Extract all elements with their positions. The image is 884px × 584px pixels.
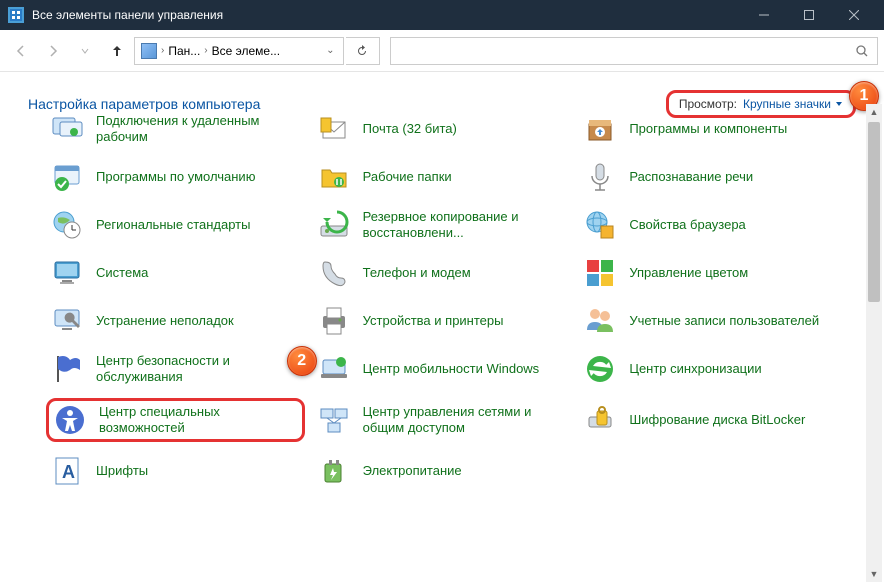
programs-icon xyxy=(583,112,617,146)
control-panel-icon xyxy=(141,43,157,59)
phone-icon xyxy=(317,256,351,290)
remote-desktop-icon xyxy=(50,112,84,146)
flag-icon xyxy=(50,352,84,386)
item-color-management[interactable]: Управление цветом xyxy=(579,254,838,292)
ease-of-access-icon xyxy=(53,403,87,437)
internet-options-icon xyxy=(583,208,617,242)
system-icon xyxy=(50,256,84,290)
item-internet-options[interactable]: Свойства браузера xyxy=(579,206,838,244)
item-security-maintenance[interactable]: Центр безопасности и обслуживания 2 xyxy=(46,350,305,388)
item-label: Учетные записи пользователей xyxy=(629,313,819,329)
maximize-button[interactable] xyxy=(786,0,831,30)
app-icon xyxy=(8,7,24,23)
scroll-down-arrow[interactable]: ▼ xyxy=(866,566,882,582)
default-programs-icon xyxy=(50,160,84,194)
item-label: Программы и компоненты xyxy=(629,121,787,137)
item-label: Распознавание речи xyxy=(629,169,753,185)
breadcrumb-seg-1[interactable]: Пан... xyxy=(168,44,200,58)
item-mail[interactable]: Почта (32 бита) xyxy=(313,110,572,148)
vertical-scrollbar[interactable]: ▲ ▼ xyxy=(866,104,882,582)
up-button[interactable] xyxy=(102,36,132,66)
item-system[interactable]: Система xyxy=(46,254,305,292)
item-region[interactable]: Региональные стандарты xyxy=(46,206,305,244)
items-grid: Подключения к удаленным рабочим Почта (3… xyxy=(0,104,866,496)
item-programs-features[interactable]: Программы и компоненты xyxy=(579,110,838,148)
item-label: Программы по умолчанию xyxy=(96,169,255,185)
item-label: Управление цветом xyxy=(629,265,748,281)
search-input[interactable] xyxy=(390,37,879,65)
recent-dropdown[interactable] xyxy=(70,36,100,66)
nav-toolbar: › Пан... › Все элеме... ⌄ xyxy=(0,30,884,72)
item-label: Система xyxy=(96,265,148,281)
region-icon xyxy=(50,208,84,242)
item-label: Почта (32 бита) xyxy=(363,121,457,137)
item-power-options[interactable]: Электропитание xyxy=(313,452,572,490)
item-speech-recognition[interactable]: Распознавание речи xyxy=(579,158,838,196)
item-troubleshooting[interactable]: Устранение неполадок xyxy=(46,302,305,340)
item-label: Центр безопасности и обслуживания xyxy=(96,353,301,386)
mail-icon xyxy=(317,112,351,146)
window-title: Все элементы панели управления xyxy=(32,8,741,22)
item-remote-desktop[interactable]: Подключения к удаленным рабочим xyxy=(46,110,305,148)
scroll-thumb[interactable] xyxy=(868,122,880,302)
item-label: Шифрование диска BitLocker xyxy=(629,412,805,428)
content-area: Подключения к удаленным рабочим Почта (3… xyxy=(0,104,866,584)
forward-button[interactable] xyxy=(38,36,68,66)
search-icon xyxy=(855,44,869,58)
item-fonts[interactable]: A Шрифты xyxy=(46,452,305,490)
item-default-programs[interactable]: Программы по умолчанию xyxy=(46,158,305,196)
item-bitlocker[interactable]: Шифрование диска BitLocker xyxy=(579,398,838,442)
item-mobility-center[interactable]: Центр мобильности Windows xyxy=(313,350,572,388)
item-label: Устранение неполадок xyxy=(96,313,234,329)
item-label: Шрифты xyxy=(96,463,148,479)
backup-icon xyxy=(317,208,351,242)
item-work-folders[interactable]: Рабочие папки xyxy=(313,158,572,196)
item-sync-center[interactable]: Центр синхронизации xyxy=(579,350,838,388)
printer-icon xyxy=(317,304,351,338)
item-label: Центр синхронизации xyxy=(629,361,761,377)
scroll-up-arrow[interactable]: ▲ xyxy=(866,104,882,120)
back-button[interactable] xyxy=(6,36,36,66)
work-folders-icon xyxy=(317,160,351,194)
item-label: Свойства браузера xyxy=(629,217,745,233)
item-network-sharing[interactable]: Центр управления сетями и общим доступом xyxy=(313,398,572,442)
user-accounts-icon xyxy=(583,304,617,338)
breadcrumb-seg-2[interactable]: Все элеме... xyxy=(212,44,280,58)
item-backup-restore[interactable]: Резервное копирование и восстановлени... xyxy=(313,206,572,244)
item-label: Электропитание xyxy=(363,463,462,479)
item-label: Рабочие папки xyxy=(363,169,452,185)
item-label: Устройства и принтеры xyxy=(363,313,504,329)
item-label: Телефон и модем xyxy=(363,265,471,281)
chevron-down-icon[interactable]: ⌄ xyxy=(324,45,336,56)
svg-text:A: A xyxy=(62,462,75,482)
item-label: Центр мобильности Windows xyxy=(363,361,540,377)
close-button[interactable] xyxy=(831,0,876,30)
item-devices-printers[interactable]: Устройства и принтеры xyxy=(313,302,572,340)
chevron-right-icon[interactable]: › xyxy=(159,45,166,56)
chevron-right-icon[interactable]: › xyxy=(202,45,209,56)
item-label: Региональные стандарты xyxy=(96,217,250,233)
breadcrumb[interactable]: › Пан... › Все элеме... ⌄ xyxy=(134,37,344,65)
item-ease-of-access[interactable]: Центр специальных возможностей xyxy=(46,398,305,442)
color-icon xyxy=(583,256,617,290)
sync-icon xyxy=(583,352,617,386)
window-titlebar: Все элементы панели управления xyxy=(0,0,884,30)
item-label: Подключения к удаленным рабочим xyxy=(96,113,301,146)
microphone-icon xyxy=(583,160,617,194)
power-icon xyxy=(317,454,351,488)
item-label: Центр специальных возможностей xyxy=(99,404,298,437)
refresh-button[interactable] xyxy=(346,37,380,65)
network-icon xyxy=(317,403,351,437)
item-label: Резервное копирование и восстановлени... xyxy=(363,209,568,242)
minimize-button[interactable] xyxy=(741,0,786,30)
mobility-icon xyxy=(317,352,351,386)
bitlocker-icon xyxy=(583,403,617,437)
item-phone-modem[interactable]: Телефон и модем xyxy=(313,254,572,292)
fonts-icon: A xyxy=(50,454,84,488)
item-label: Центр управления сетями и общим доступом xyxy=(363,404,568,437)
troubleshooting-icon xyxy=(50,304,84,338)
item-user-accounts[interactable]: Учетные записи пользователей xyxy=(579,302,838,340)
